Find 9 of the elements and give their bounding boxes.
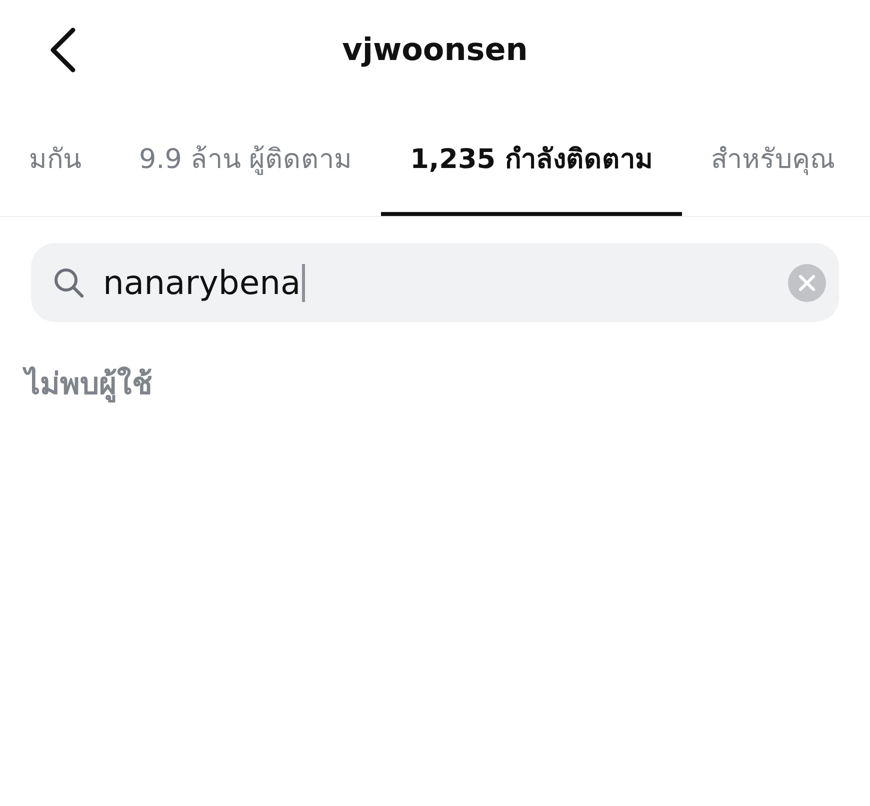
profile-username: vjwoonsen: [342, 32, 528, 68]
search-icon: [53, 266, 85, 298]
search-field[interactable]: nanarybena: [31, 243, 839, 322]
tab[interactable]: 9.9 ล้าน ผู้ติดตาม: [110, 100, 382, 216]
back-icon[interactable]: [48, 27, 78, 73]
tab[interactable]: 1,235 กำลังติดตาม: [381, 100, 682, 216]
text-cursor: [302, 264, 305, 302]
tab[interactable]: มกัน: [0, 100, 110, 216]
tab[interactable]: สำหรับคุณ: [682, 100, 864, 216]
